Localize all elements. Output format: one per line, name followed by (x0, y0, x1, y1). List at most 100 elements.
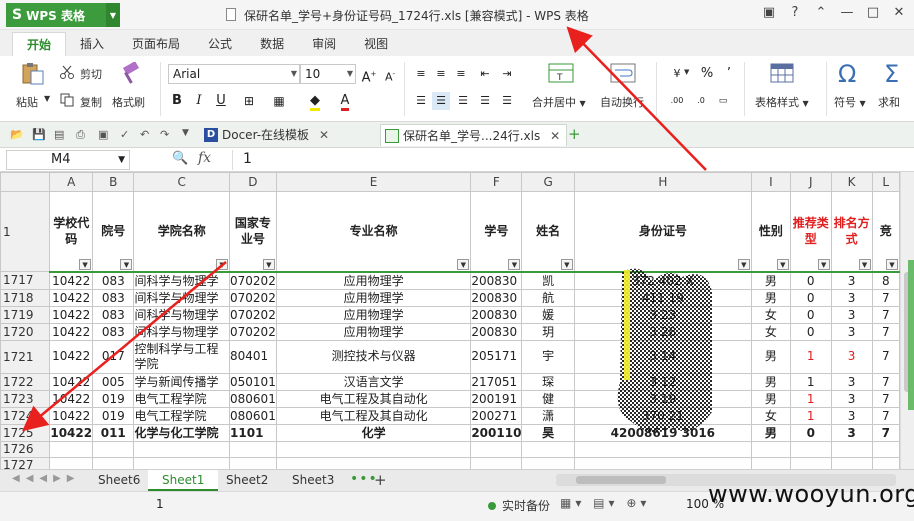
table-cell[interactable]: 3 (830, 339, 873, 374)
table-cell[interactable]: 女 (750, 322, 791, 341)
table-cell[interactable]: 200830 (470, 271, 523, 290)
fx-icon[interactable]: fx (198, 150, 211, 166)
table-cell[interactable] (871, 456, 900, 469)
table-cell[interactable] (521, 440, 575, 458)
table-cell[interactable]: 10422 (49, 322, 94, 341)
column-header[interactable]: I (750, 172, 791, 192)
table-cell[interactable]: 080601 (229, 406, 277, 425)
header-cell[interactable]: 性别 ▼ (750, 191, 791, 273)
sheet-tab[interactable]: Sheet2 (212, 470, 282, 491)
tab-insert[interactable]: 插入 (66, 32, 118, 56)
table-cell[interactable]: 航 (521, 288, 575, 307)
table-cell[interactable]: 化学与化工学院 (133, 423, 231, 442)
table-cell[interactable]: 083 (92, 305, 135, 324)
table-cell[interactable] (92, 440, 135, 458)
select-all-corner[interactable] (0, 172, 51, 192)
paste-button[interactable]: 粘贴 (16, 94, 38, 110)
table-cell[interactable]: 学与新闻传播学 (133, 372, 231, 391)
align-middle-icon[interactable]: ≡ (432, 65, 450, 83)
table-cell[interactable]: 3 (830, 288, 873, 307)
table-cell[interactable]: 控制科学与工程学院 (133, 339, 231, 374)
table-cell[interactable]: 电气工程学院 (133, 389, 231, 408)
table-cell[interactable]: 凯 (521, 271, 575, 290)
align-center-icon[interactable]: ☰ (432, 92, 450, 110)
row-header[interactable]: 1725 (0, 423, 51, 442)
decrease-decimal-icon[interactable]: .0 (692, 92, 710, 110)
table-cell[interactable]: 205171 (470, 339, 523, 374)
table-cell[interactable]: 7 (871, 288, 900, 307)
table-cell[interactable]: 间科学与物理学 (133, 305, 231, 324)
table-cell[interactable]: 217051 (470, 372, 523, 391)
chevron-down-icon[interactable]: ▼ (118, 151, 125, 169)
table-cell[interactable]: 女 (750, 305, 791, 324)
table-cell[interactable]: 7 (871, 339, 900, 374)
table-cell[interactable]: 7 (871, 372, 900, 391)
table-cell[interactable] (750, 440, 791, 458)
table-cell[interactable]: 3 (830, 389, 873, 408)
tab-review[interactable]: 审阅 (298, 32, 350, 56)
paste-dropdown-icon[interactable]: ▼ (44, 94, 50, 103)
filter-icon[interactable]: ▼ (457, 258, 470, 270)
table-cell[interactable] (789, 456, 832, 469)
chevron-down-icon[interactable]: ▼ (684, 68, 689, 76)
row-header[interactable]: 1 (0, 191, 51, 272)
redo-icon[interactable]: ↷ (160, 128, 169, 141)
open-folder-icon[interactable]: 📂 (10, 128, 24, 141)
header-cell[interactable]: 学院名称 ▼ (133, 191, 231, 273)
tab-home[interactable]: 开始 (12, 32, 67, 56)
side-panel-strip[interactable] (908, 260, 914, 410)
table-cell[interactable]: 男 (750, 288, 791, 307)
minimize-window-icon[interactable]: — (840, 5, 854, 20)
filter-icon[interactable]: ▼ (737, 258, 750, 270)
table-cell[interactable] (521, 456, 575, 469)
filter-icon[interactable]: ▼ (216, 258, 229, 270)
table-cell[interactable] (229, 456, 277, 469)
zoom-search-icon[interactable]: 🔍 (172, 151, 188, 166)
align-right-icon[interactable]: ☰ (454, 92, 472, 110)
table-cell[interactable] (133, 456, 231, 469)
table-cell[interactable]: 10422 (49, 288, 94, 307)
tab-data[interactable]: 数据 (246, 32, 298, 56)
font-name-combo[interactable]: Arial ▼ (168, 64, 300, 84)
table-cell[interactable]: 070202 (229, 305, 277, 324)
add-sheet-icon[interactable]: + (374, 471, 387, 489)
filter-icon[interactable]: ▼ (776, 258, 789, 270)
wrap-icon[interactable] (610, 62, 636, 86)
table-cell[interactable]: 1 (789, 372, 832, 391)
table-cell[interactable]: 潇 (521, 406, 575, 425)
sheet-nav-arrows-icon[interactable]: ◀◀◀▶▶ (12, 473, 80, 484)
sigma-icon[interactable]: Σ (884, 60, 899, 88)
column-header[interactable]: D (229, 172, 277, 192)
row-header[interactable]: 1719 (0, 305, 51, 324)
table-cell[interactable] (573, 456, 752, 469)
table-cell[interactable]: 200110 (470, 423, 523, 442)
column-header[interactable]: J (789, 172, 832, 192)
header-cell[interactable]: 学号 ▼ (470, 191, 523, 273)
table-cell[interactable]: 0 (789, 423, 832, 442)
table-cell[interactable]: 200830 (470, 288, 523, 307)
sheet-tab-active[interactable]: Sheet1 (148, 470, 219, 491)
table-cell[interactable]: 应用物理学 (275, 288, 472, 307)
table-cell[interactable]: 80401 (229, 339, 277, 374)
table-cell[interactable]: 应用物理学 (275, 322, 472, 341)
column-header[interactable]: A (49, 172, 94, 192)
table-cell[interactable]: 媛 (521, 305, 575, 324)
header-cell[interactable]: 国家专业号 ▼ (229, 191, 277, 273)
format-painter-icon[interactable] (118, 62, 144, 86)
table-cell[interactable]: 汉语言文学 (275, 372, 472, 391)
table-cell[interactable] (229, 440, 277, 458)
close-tab-icon[interactable]: ✕ (550, 125, 560, 147)
table-cell[interactable]: 10422 (49, 339, 94, 374)
column-header[interactable]: E (275, 172, 472, 192)
table-cell[interactable]: 男 (750, 372, 791, 391)
format-painter-button[interactable]: 格式刷 (112, 94, 145, 110)
maximize-window-icon[interactable]: □ (866, 5, 880, 20)
spreadsheet-grid[interactable]: A B C D E F G H I J K L 1 学校代码 ▼ 院号 ▼ 学院名称… (0, 172, 900, 469)
table-cell[interactable]: 070202 (229, 271, 277, 290)
table-cell[interactable]: 3 (830, 423, 873, 442)
table-cell[interactable] (92, 456, 135, 469)
print-icon[interactable]: ⎙ (76, 128, 85, 142)
table-cell[interactable] (275, 440, 472, 458)
symbol-button[interactable]: 符号 ▼ (834, 94, 866, 110)
header-cell[interactable]: 专业名称 ▼ (275, 191, 472, 273)
